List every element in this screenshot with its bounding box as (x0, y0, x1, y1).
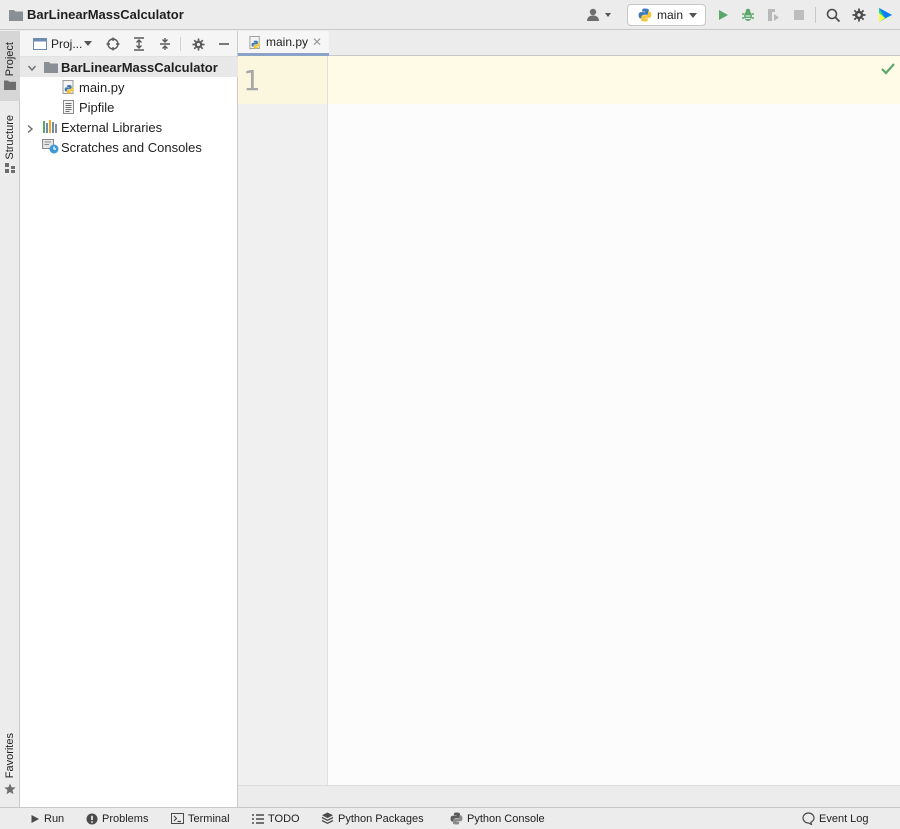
stop-icon[interactable] (786, 0, 812, 30)
search-icon[interactable] (820, 0, 846, 30)
packages-icon (321, 812, 334, 825)
line-number: 1 (243, 64, 260, 97)
bottom-tool-bar: Run Problems Terminal TODO Python Packag… (0, 807, 900, 828)
project-panel-toolbar: Proj... (20, 31, 237, 57)
current-line-highlight (328, 56, 900, 104)
tool-window-todo[interactable]: TODO (252, 808, 300, 829)
close-icon[interactable]: ✕ (312, 35, 322, 49)
folder-icon (9, 10, 23, 21)
tree-item-main-py[interactable]: main.py (20, 77, 238, 97)
text-file-icon (63, 100, 74, 114)
run-config-select[interactable]: main (627, 4, 706, 26)
project-panel: Proj... BarLinearMassCalculator main.py … (20, 31, 238, 807)
todo-icon (252, 813, 264, 824)
project-view-label: Proj... (51, 36, 83, 51)
tool-window-python-packages[interactable]: Python Packages (321, 808, 424, 829)
tree-item-pipfile[interactable]: Pipfile (20, 97, 238, 117)
tree-item-label: BarLinearMassCalculator (61, 59, 218, 75)
project-title[interactable]: BarLinearMassCalculator (27, 7, 184, 22)
settings-icon[interactable] (846, 0, 872, 30)
libraries-icon (43, 120, 57, 133)
tab-structure[interactable]: Structure (0, 109, 20, 179)
python-file-icon (62, 80, 74, 94)
tab-project[interactable]: Project (0, 31, 20, 101)
tool-window-label: Python Console (467, 812, 545, 825)
tree-item-project-root[interactable]: BarLinearMassCalculator (20, 57, 238, 77)
title-bar: BarLinearMassCalculator main (0, 0, 900, 30)
chevron-right-icon[interactable] (25, 122, 35, 137)
left-tool-strip: Project Structure Favorites (0, 31, 20, 807)
tree-item-label: Pipfile (79, 99, 115, 115)
tool-window-event-log[interactable]: Event Log (802, 808, 869, 829)
hide-panel-icon[interactable] (216, 36, 232, 52)
tree-item-label: External Libraries (61, 119, 163, 135)
tree-item-scratches[interactable]: Scratches and Consoles (20, 137, 238, 157)
collapse-all-icon[interactable] (157, 36, 173, 52)
editor-tab-bar: main.py ✕ (238, 31, 900, 56)
toolbox-icon[interactable] (872, 0, 898, 30)
scratches-icon (42, 139, 59, 154)
python-file-icon (249, 35, 260, 49)
chevron-down-icon (689, 13, 697, 18)
checkmark-icon[interactable] (880, 62, 896, 76)
tree-item-label: Scratches and Consoles (61, 139, 202, 155)
tool-window-label: Terminal (188, 812, 230, 825)
editor-tab-label: main.py (266, 35, 309, 49)
settings-icon[interactable] (190, 36, 206, 52)
chevron-down-icon (84, 41, 93, 46)
event-log-icon (802, 812, 815, 825)
python-icon (450, 812, 463, 825)
tool-window-terminal[interactable]: Terminal (171, 808, 230, 829)
tree-item-label: main.py (79, 79, 125, 95)
editor-gutter: 1 (238, 56, 328, 807)
folder-icon (44, 62, 58, 73)
code-editor[interactable] (328, 56, 900, 807)
expand-all-icon[interactable] (131, 36, 147, 52)
locate-icon[interactable] (105, 36, 121, 52)
run-icon (31, 814, 39, 823)
tool-window-label: Problems (102, 812, 149, 825)
tab-structure-label: Structure (4, 114, 16, 160)
toolbar-separator (180, 37, 181, 51)
tool-window-run[interactable]: Run (30, 808, 64, 829)
run-icon[interactable] (710, 0, 736, 30)
tool-window-label: Event Log (819, 812, 869, 825)
horizontal-scrollbar[interactable] (238, 785, 900, 807)
project-view-select[interactable]: Proj... (33, 36, 93, 51)
tool-window-label: Run (44, 812, 65, 825)
coverage-icon[interactable] (760, 0, 786, 30)
chevron-down-icon[interactable] (27, 61, 37, 76)
terminal-icon (171, 813, 184, 824)
structure-icon (5, 163, 15, 174)
tree-item-external-libraries[interactable]: External Libraries (20, 117, 238, 137)
tool-window-label: Python Packages (338, 812, 424, 825)
editor-tab-main-py[interactable]: main.py ✕ (238, 31, 329, 56)
tool-window-python-console[interactable]: Python Console (450, 808, 545, 829)
tab-favorites-label: Favorites (4, 733, 16, 779)
project-view-icon (33, 37, 47, 50)
tab-favorites[interactable]: Favorites (0, 727, 20, 801)
tool-window-label: TODO (268, 812, 300, 825)
folder-icon (4, 80, 16, 91)
run-config-label: main (657, 8, 684, 22)
star-icon (4, 783, 16, 794)
problems-icon (86, 813, 98, 824)
debug-icon[interactable] (735, 0, 761, 30)
python-icon (638, 8, 652, 22)
tab-project-label: Project (4, 41, 16, 77)
tool-window-problems[interactable]: Problems (86, 808, 148, 829)
toolbar-separator (815, 7, 816, 23)
user-icon[interactable] (586, 7, 614, 23)
